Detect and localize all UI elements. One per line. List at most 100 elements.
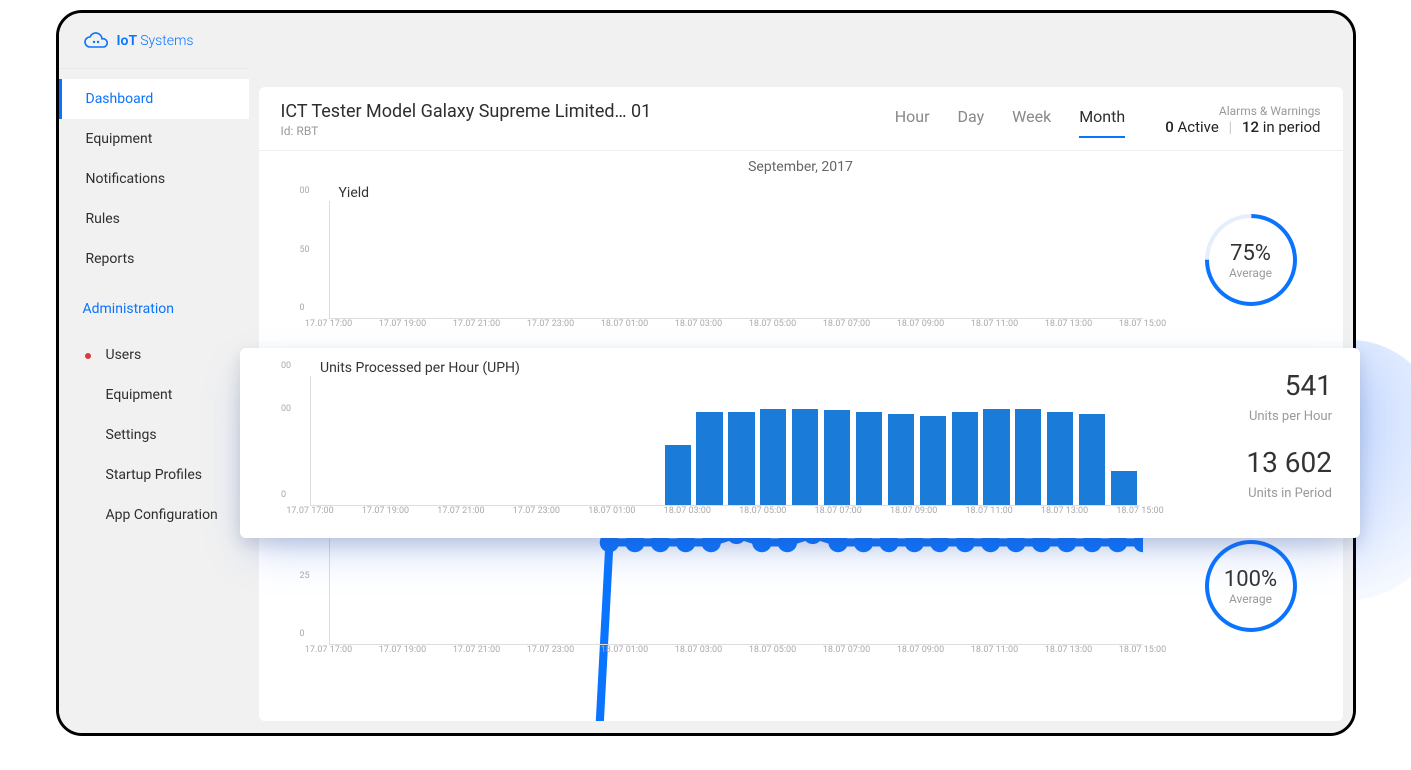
metric-label: Units per Hour bbox=[1246, 409, 1332, 424]
x-tick: 18.07 15:00 bbox=[1119, 645, 1166, 655]
x-tick: 17.07 23:00 bbox=[527, 645, 574, 655]
sidebar-item-rules[interactable]: Rules bbox=[59, 199, 249, 239]
metric-value: 541 bbox=[1246, 369, 1332, 402]
y-tick: 0 bbox=[300, 629, 305, 639]
metric-value: 13 602 bbox=[1246, 446, 1332, 479]
donut-value: 100% bbox=[1224, 567, 1277, 592]
x-tick: 18.07 13:00 bbox=[1041, 506, 1088, 516]
x-tick: 18.07 15:00 bbox=[1116, 506, 1163, 516]
donut-value: 75% bbox=[1230, 241, 1271, 266]
x-tick: 18.07 09:00 bbox=[897, 319, 944, 329]
chart-plot: 00000 bbox=[310, 376, 1140, 506]
chart-plot: 05000 bbox=[329, 201, 1143, 319]
x-tick: 18.07 01:00 bbox=[601, 645, 648, 655]
x-tick: 17.07 17:00 bbox=[305, 645, 352, 655]
x-tick: 18.07 03:00 bbox=[675, 645, 722, 655]
uph-popup-card: Units Processed per Hour (UPH)0000017.07… bbox=[240, 348, 1360, 538]
x-tick: 17.07 23:00 bbox=[513, 506, 560, 516]
tab-hour[interactable]: Hour bbox=[895, 101, 930, 138]
bar bbox=[696, 412, 722, 505]
alarms-values: 0 Active | 12 in period bbox=[1165, 118, 1320, 136]
chart-plot: 02500 bbox=[329, 527, 1143, 645]
y-tick: 0 bbox=[281, 490, 286, 500]
y-tick: 00 bbox=[281, 404, 291, 414]
chart-title: Units Processed per Hour (UPH) bbox=[320, 360, 1340, 376]
uph-metrics: 541 Units per Hour 13 602 Units in Period bbox=[1246, 366, 1332, 520]
brand-text: IoT Systems bbox=[117, 33, 194, 49]
bar bbox=[1015, 409, 1041, 505]
x-tick: 18.07 05:00 bbox=[749, 319, 796, 329]
x-tick: 17.07 19:00 bbox=[379, 319, 426, 329]
yield-donut: 75%Average bbox=[1201, 210, 1301, 310]
sidebar-item-reports[interactable]: Reports bbox=[59, 239, 249, 279]
tab-day[interactable]: Day bbox=[958, 101, 985, 138]
sidebar-item-startup-profiles[interactable]: Startup Profiles bbox=[59, 455, 249, 495]
x-tick: 18.07 13:00 bbox=[1045, 645, 1092, 655]
x-tick: 18.07 07:00 bbox=[823, 319, 870, 329]
alarms-label: Alarms & Warnings bbox=[1165, 104, 1320, 118]
bar bbox=[728, 412, 754, 505]
x-tick: 17.07 19:00 bbox=[379, 645, 426, 655]
x-tick: 18.07 01:00 bbox=[601, 319, 648, 329]
sidebar-item-equipment[interactable]: Equipment bbox=[59, 119, 249, 159]
time-range-tabs: Hour Day Week Month bbox=[895, 101, 1135, 138]
bar bbox=[792, 409, 818, 505]
x-tick: 17.07 19:00 bbox=[362, 506, 409, 516]
x-tick: 18.07 11:00 bbox=[971, 319, 1018, 329]
y-tick: 00 bbox=[281, 361, 291, 371]
x-tick: 18.07 09:00 bbox=[890, 506, 937, 516]
sidebar-item-dashboard[interactable]: Dashboard bbox=[59, 79, 249, 119]
x-tick: 18.07 07:00 bbox=[815, 506, 862, 516]
bar bbox=[1079, 414, 1105, 505]
tab-month[interactable]: Month bbox=[1079, 101, 1125, 138]
sidebar-item-settings[interactable]: Settings bbox=[59, 415, 249, 455]
bar bbox=[856, 412, 882, 505]
y-tick: 00 bbox=[300, 186, 310, 196]
entity-id: Id: RBT bbox=[281, 124, 652, 138]
x-tick: 17.07 21:00 bbox=[453, 319, 500, 329]
cloud-icon bbox=[83, 32, 109, 50]
bar bbox=[760, 409, 786, 505]
chart-title: Yield bbox=[339, 185, 1323, 201]
bar bbox=[952, 412, 978, 505]
bar bbox=[1047, 412, 1073, 505]
brand-logo[interactable]: IoT Systems bbox=[83, 32, 253, 50]
x-tick: 18.07 07:00 bbox=[823, 645, 870, 655]
y-tick: 50 bbox=[300, 245, 310, 255]
sidebar: DashboardEquipmentNotificationsRulesRepo… bbox=[59, 13, 249, 733]
x-tick: 18.07 03:00 bbox=[664, 506, 711, 516]
donut-label: Average bbox=[1229, 266, 1272, 280]
x-tick: 17.07 17:00 bbox=[305, 319, 352, 329]
sidebar-item-equipment[interactable]: Equipment bbox=[59, 375, 249, 415]
x-tick: 18.07 11:00 bbox=[971, 645, 1018, 655]
x-tick: 18.07 05:00 bbox=[749, 645, 796, 655]
sidebar-item-users[interactable]: Users bbox=[59, 335, 249, 375]
bar bbox=[920, 416, 946, 505]
x-tick: 18.07 05:00 bbox=[739, 506, 786, 516]
donut-label: Average bbox=[1229, 592, 1272, 606]
bar bbox=[824, 410, 850, 505]
period-label: September, 2017 bbox=[259, 151, 1343, 179]
tab-week[interactable]: Week bbox=[1012, 101, 1051, 138]
x-tick: 17.07 21:00 bbox=[453, 645, 500, 655]
y-tick: 25 bbox=[300, 571, 310, 581]
x-tick: 18.07 15:00 bbox=[1119, 319, 1166, 329]
sidebar-item-app-configuration[interactable]: App Configuration bbox=[59, 495, 249, 535]
metric-label: Units in Period bbox=[1246, 486, 1332, 501]
bar bbox=[1111, 471, 1137, 505]
bar bbox=[983, 409, 1009, 505]
sidebar-item-notifications[interactable]: Notifications bbox=[59, 159, 249, 199]
x-tick: 17.07 23:00 bbox=[527, 319, 574, 329]
x-tick: 18.07 11:00 bbox=[965, 506, 1012, 516]
sidebar-section-admin: Administration bbox=[59, 279, 249, 325]
page-title: ICT Tester Model Galaxy Supreme Limited…… bbox=[281, 101, 652, 122]
x-tick: 18.07 01:00 bbox=[588, 506, 635, 516]
x-tick: 17.07 21:00 bbox=[437, 506, 484, 516]
x-tick: 17.07 17:00 bbox=[286, 506, 333, 516]
bar bbox=[888, 414, 914, 505]
y-tick: 0 bbox=[300, 303, 305, 313]
bar bbox=[665, 445, 691, 505]
x-tick: 18.07 09:00 bbox=[897, 645, 944, 655]
x-tick: 18.07 03:00 bbox=[675, 319, 722, 329]
x-tick: 18.07 13:00 bbox=[1045, 319, 1092, 329]
